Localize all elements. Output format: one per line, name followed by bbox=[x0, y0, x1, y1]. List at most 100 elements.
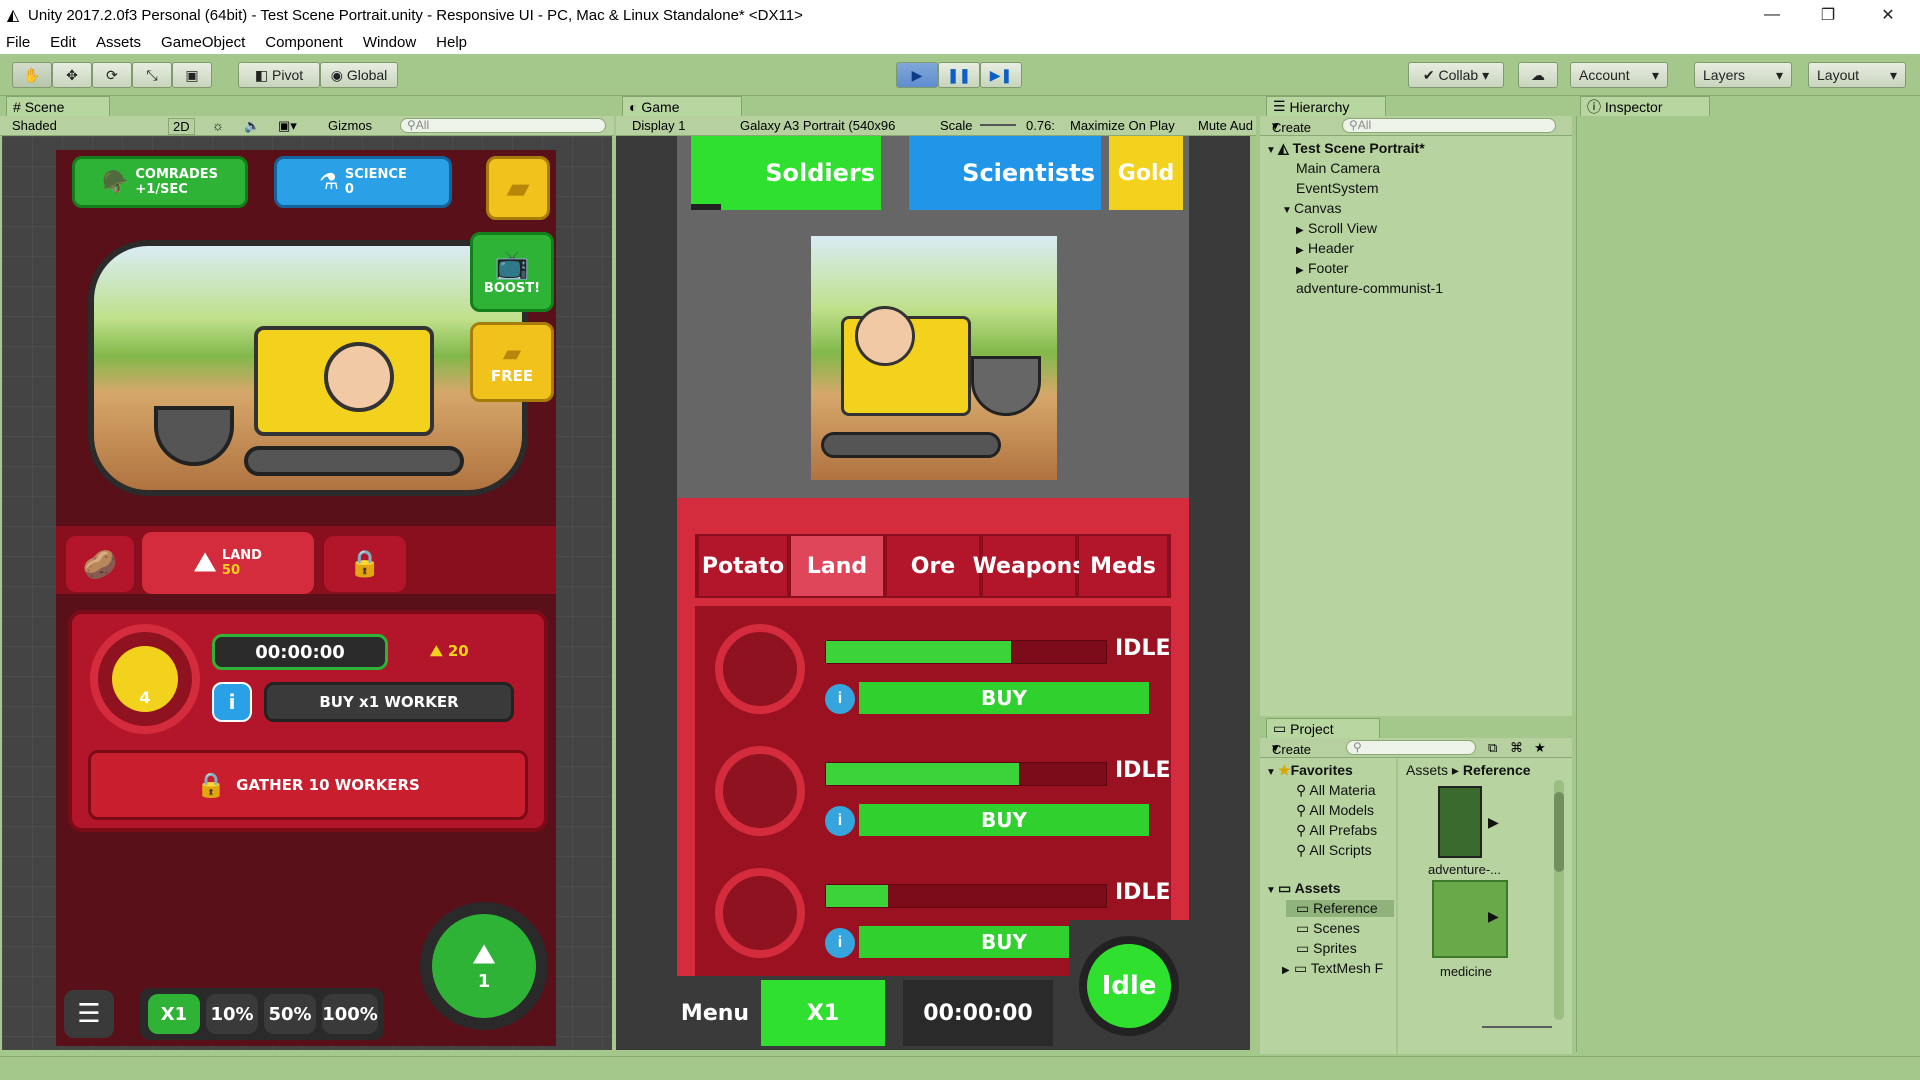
potato-tab[interactable]: 🥔 bbox=[66, 536, 134, 592]
scene-search-input[interactable]: ⚲All bbox=[400, 118, 606, 133]
hamburger-menu-icon[interactable]: ☰ bbox=[64, 990, 114, 1038]
buy-button[interactable]: BUY bbox=[859, 804, 1149, 836]
hierarchy-item-scroll-view[interactable]: ▶ Scroll View bbox=[1296, 220, 1377, 236]
breadcrumb-current[interactable]: Reference bbox=[1463, 762, 1531, 778]
multiplier-100[interactable]: 100% bbox=[322, 994, 378, 1034]
info-icon[interactable]: i bbox=[825, 928, 855, 958]
menu-button[interactable]: Menu bbox=[677, 976, 753, 1050]
breadcrumb-root[interactable]: Assets bbox=[1406, 762, 1448, 778]
locked-tab[interactable]: 🔒 bbox=[324, 536, 406, 592]
asset-scrollbar[interactable] bbox=[1554, 780, 1564, 1020]
free-gold-button[interactable]: ▰ FREE bbox=[470, 322, 554, 402]
hierarchy-item-adventure-communist[interactable]: adventure-communist-1 bbox=[1296, 280, 1443, 296]
folder-reference[interactable]: ▭ Reference bbox=[1286, 900, 1394, 917]
shading-dropdown[interactable]: Shaded bbox=[12, 118, 57, 133]
menu-component[interactable]: Component bbox=[265, 34, 343, 51]
resolution-dropdown[interactable]: Galaxy A3 Portrait (540x96 bbox=[740, 118, 895, 133]
collab-dropdown[interactable]: ✔ Collab ▾ bbox=[1408, 62, 1504, 88]
science-counter[interactable]: ⚗ SCIENCE 0 bbox=[274, 156, 452, 208]
move-tool-icon[interactable]: ✥ bbox=[52, 62, 92, 88]
mode-2d-toggle[interactable]: 2D bbox=[168, 118, 195, 135]
hierarchy-item-event-system[interactable]: EventSystem bbox=[1296, 180, 1378, 196]
soldiers-button[interactable]: Soldiers bbox=[691, 136, 881, 210]
game-view[interactable]: Soldiers Scientists Gold Potato Land Ore… bbox=[616, 136, 1250, 1050]
rect-tool-icon[interactable]: ▣ bbox=[172, 62, 212, 88]
menu-file[interactable]: File bbox=[6, 34, 30, 51]
collect-circle[interactable]: ⛰ 1 bbox=[420, 902, 548, 1030]
menu-edit[interactable]: Edit bbox=[50, 34, 76, 51]
scientists-button[interactable]: Scientists bbox=[909, 136, 1101, 210]
multiplier-50[interactable]: 50% bbox=[264, 994, 316, 1034]
project-create-button[interactable]: Create ▾ bbox=[1272, 740, 1311, 757]
hierarchy-search-input[interactable]: ⚲All bbox=[1342, 118, 1556, 133]
hierarchy-item-canvas[interactable]: ▼ Canvas bbox=[1282, 200, 1341, 216]
scene-view[interactable]: 🪖 COMRADES +1/SEC ⚗ SCIENCE 0 ▰ 📺 BOOST! ▰ bbox=[2, 136, 612, 1050]
account-dropdown[interactable]: Account ▾ bbox=[1570, 62, 1668, 88]
boost-button[interactable]: 📺 BOOST! bbox=[470, 232, 554, 312]
scene-root[interactable]: ▼ ◭ Test Scene Portrait* bbox=[1266, 140, 1425, 157]
buy-worker-button[interactable]: BUY x1 WORKER bbox=[264, 682, 514, 722]
hand-tool-icon[interactable]: ✋ bbox=[12, 62, 52, 88]
pivot-button[interactable]: ◧ Pivot bbox=[238, 62, 320, 88]
menu-help[interactable]: Help bbox=[436, 34, 467, 51]
adventure-thumbnail[interactable] bbox=[1438, 786, 1482, 858]
play-circle-icon[interactable]: ▶ bbox=[1488, 814, 1499, 831]
audio-icon[interactable]: 🔈 bbox=[244, 118, 260, 134]
star-icon[interactable]: ★ bbox=[1534, 740, 1546, 756]
image-effects-icon[interactable]: ▣▾ bbox=[278, 118, 297, 134]
favorite-all-scripts[interactable]: ⚲ All Scripts bbox=[1296, 842, 1372, 859]
tab-hierarchy[interactable]: ☰ Hierarchy bbox=[1266, 96, 1386, 116]
assets-node[interactable]: ▼ ▭ Assets bbox=[1266, 880, 1341, 897]
favorites-node[interactable]: ▼ ★Favorites bbox=[1266, 762, 1353, 779]
filter-label-icon[interactable]: ⌘ bbox=[1510, 740, 1523, 756]
thumbnail-size-slider[interactable] bbox=[1482, 1026, 1552, 1028]
project-search-input[interactable]: ⚲ bbox=[1346, 740, 1476, 755]
info-icon[interactable]: i bbox=[825, 806, 855, 836]
idle-button[interactable]: Idle bbox=[1079, 936, 1179, 1036]
hierarchy-item-main-camera[interactable]: Main Camera bbox=[1296, 160, 1380, 176]
land-tab[interactable]: ⛰ LAND 50 bbox=[142, 532, 314, 594]
rotate-tool-icon[interactable]: ⟳ bbox=[92, 62, 132, 88]
lighting-icon[interactable]: ☼ bbox=[212, 118, 224, 133]
tab-project[interactable]: ▭ Project bbox=[1266, 718, 1380, 738]
buy-button[interactable]: BUY bbox=[859, 682, 1149, 714]
hierarchy-create-button[interactable]: Create ▾ bbox=[1272, 118, 1311, 135]
gold-button[interactable]: Gold bbox=[1109, 136, 1183, 210]
menu-assets[interactable]: Assets bbox=[96, 34, 141, 51]
scrollbar-thumb[interactable] bbox=[1554, 792, 1564, 872]
multiplier-x1[interactable]: X1 bbox=[148, 994, 200, 1034]
tab-inspector[interactable]: ⓘ Inspector bbox=[1580, 96, 1710, 116]
close-button[interactable]: ✕ bbox=[1860, 0, 1916, 30]
hierarchy-item-header[interactable]: ▶ Header bbox=[1296, 240, 1354, 256]
multiplier-button[interactable]: X1 bbox=[761, 980, 885, 1046]
gizmos-dropdown[interactable]: Gizmos bbox=[328, 118, 372, 133]
filter-type-icon[interactable]: ⧉ bbox=[1488, 740, 1497, 756]
folder-sprites[interactable]: ▭ Sprites bbox=[1296, 940, 1357, 957]
favorite-all-prefabs[interactable]: ⚲ All Prefabs bbox=[1296, 822, 1377, 839]
maximize-on-play-toggle[interactable]: Maximize On Play bbox=[1070, 118, 1175, 133]
tab-land[interactable]: Land bbox=[791, 536, 883, 596]
folder-textmesh[interactable]: ▶ ▭ TextMesh F bbox=[1282, 960, 1383, 977]
minimize-button[interactable]: — bbox=[1744, 0, 1800, 30]
favorite-all-materials[interactable]: ⚲ All Materia bbox=[1296, 782, 1376, 799]
hierarchy-item-footer[interactable]: ▶ Footer bbox=[1296, 260, 1348, 276]
multiplier-10[interactable]: 10% bbox=[206, 994, 258, 1034]
tab-potato[interactable]: Potato bbox=[699, 536, 787, 596]
gold-bar-icon[interactable]: ▰ bbox=[486, 156, 550, 220]
layout-dropdown[interactable]: Layout ▾ bbox=[1808, 62, 1906, 88]
tab-ore[interactable]: Ore bbox=[887, 536, 979, 596]
display-dropdown[interactable]: Display 1 bbox=[632, 118, 685, 133]
pause-button[interactable]: ❚❚ bbox=[938, 62, 980, 88]
menu-gameobject[interactable]: GameObject bbox=[161, 34, 245, 51]
play-button[interactable]: ▶ bbox=[896, 62, 938, 88]
layers-dropdown[interactable]: Layers ▾ bbox=[1694, 62, 1792, 88]
scale-tool-icon[interactable]: ⤡ bbox=[132, 62, 172, 88]
tab-scene[interactable]: # Scene bbox=[6, 96, 110, 116]
info-icon[interactable]: i bbox=[825, 684, 855, 714]
mute-audio-toggle[interactable]: Mute Aud bbox=[1198, 118, 1253, 133]
step-button[interactable]: ▶❚ bbox=[980, 62, 1022, 88]
tab-weapons[interactable]: Weapons bbox=[973, 536, 1085, 596]
play-circle-icon[interactable]: ▶ bbox=[1488, 908, 1499, 925]
global-button[interactable]: ◉ Global bbox=[320, 62, 398, 88]
maximize-button[interactable]: ❐ bbox=[1800, 0, 1856, 30]
